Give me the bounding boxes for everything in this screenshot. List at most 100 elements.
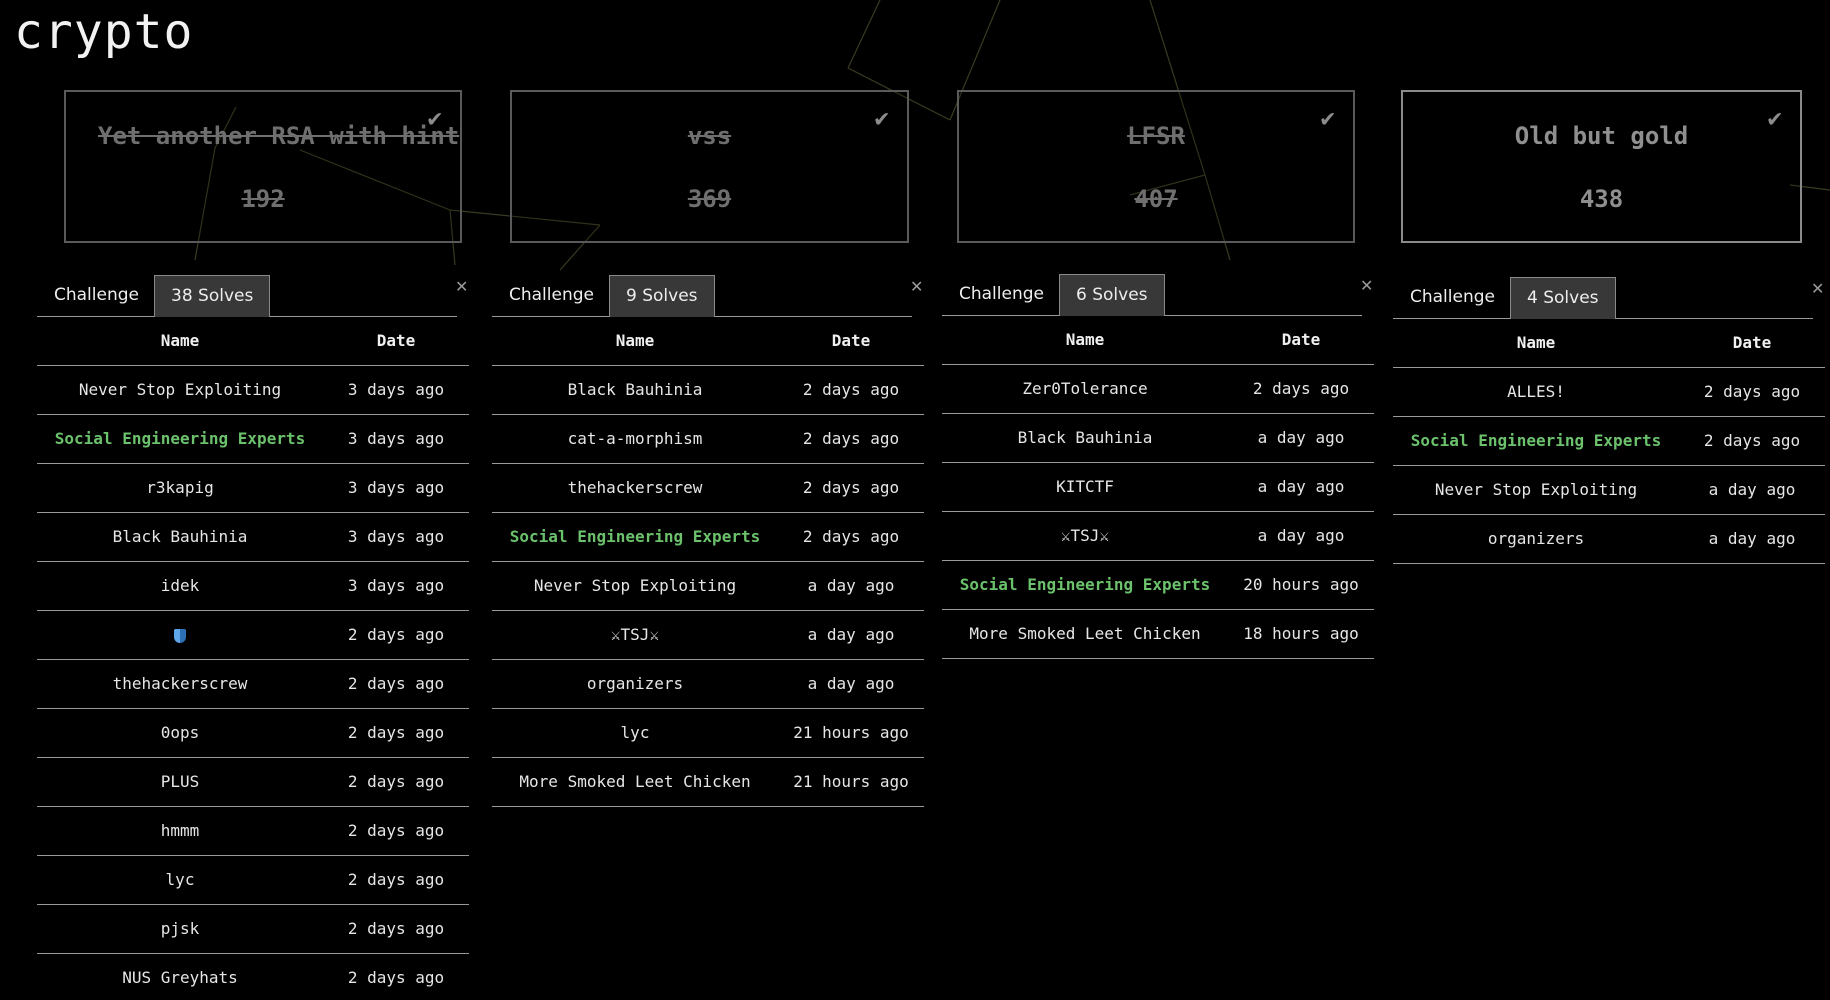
table-row: Black Bauhinia 2 days ago xyxy=(492,366,924,415)
solves-table: Name Date Never Stop Exploiting 3 days ago S… xyxy=(37,317,469,1000)
table-row: More Smoked Leet Chicken 21 hours ago xyxy=(492,758,924,807)
solve-date: a day ago xyxy=(807,625,895,644)
table-row: Zer0Tolerance 2 days ago xyxy=(942,365,1374,414)
solve-date: 2 days ago xyxy=(347,674,445,693)
team-name[interactable]: Social Engineering Experts xyxy=(492,513,778,561)
challenge-card[interactable]: ✔ Old but gold 438 xyxy=(1401,90,1802,243)
challenge-card[interactable]: ✔ vss 369 xyxy=(510,90,909,243)
close-icon[interactable]: ✕ xyxy=(1811,279,1824,298)
tab-challenge[interactable]: Challenge xyxy=(509,275,594,317)
challenge-card[interactable]: ✔ LFSR 407 xyxy=(957,90,1355,243)
solve-date: 2 days ago xyxy=(802,429,900,448)
challenge-name: Old but gold xyxy=(1514,122,1689,150)
team-name[interactable]: Social Engineering Experts xyxy=(1393,417,1679,465)
team-name[interactable]: Black Bauhinia xyxy=(492,366,778,414)
team-name[interactable]: cat-a-morphism xyxy=(492,415,778,463)
team-name[interactable]: r3kapig xyxy=(37,464,323,512)
close-icon[interactable]: ✕ xyxy=(1360,276,1373,295)
team-name[interactable]: Black Bauhinia xyxy=(942,414,1228,462)
team-name[interactable]: ⚔TSJ⚔ xyxy=(942,512,1228,560)
team-name[interactable]: hmmm xyxy=(37,807,323,855)
table-row: thehackerscrew 2 days ago xyxy=(37,660,469,709)
solve-date: 2 days ago xyxy=(802,380,900,399)
team-name[interactable]: Black Bauhinia xyxy=(37,513,323,561)
team-name[interactable]: More Smoked Leet Chicken xyxy=(942,610,1228,658)
solve-date: a day ago xyxy=(1257,477,1345,496)
team-name[interactable]: ALLES! xyxy=(1393,368,1679,416)
solve-date: 20 hours ago xyxy=(1243,575,1359,594)
team-name[interactable]: Zer0Tolerance xyxy=(942,365,1228,413)
team-name[interactable]: pjsk xyxy=(37,905,323,953)
solves-table: Name Date Zer0Tolerance 2 days ago Black Bau… xyxy=(942,316,1374,659)
team-name[interactable]: PLUS xyxy=(37,758,323,806)
solve-date: 2 days ago xyxy=(1703,382,1801,401)
tab-challenge[interactable]: Challenge xyxy=(54,275,139,317)
table-row: ⚔TSJ⚔ a day ago xyxy=(492,611,924,660)
team-name[interactable]: More Smoked Leet Chicken xyxy=(492,758,778,806)
table-header: Name Date xyxy=(37,317,469,366)
tab-solves[interactable]: 9 Solves xyxy=(609,275,715,317)
solve-date: 2 days ago xyxy=(802,478,900,497)
column-header-date: Date xyxy=(1281,330,1321,349)
table-header: Name Date xyxy=(1393,319,1825,368)
team-name[interactable]: Never Stop Exploiting xyxy=(492,562,778,610)
tab-solves[interactable]: 38 Solves xyxy=(154,275,271,317)
team-name[interactable]: ⚔TSJ⚔ xyxy=(492,611,778,659)
table-row: Black Bauhinia 3 days ago xyxy=(37,513,469,562)
table-header: Name Date xyxy=(942,316,1374,365)
table-row: Social Engineering Experts 20 hours ago xyxy=(942,561,1374,610)
solve-date: a day ago xyxy=(1708,529,1796,548)
team-name[interactable] xyxy=(37,611,323,659)
tab-solves[interactable]: 6 Solves xyxy=(1059,274,1165,316)
table-row: lyc 2 days ago xyxy=(37,856,469,905)
solve-date: 21 hours ago xyxy=(793,772,909,791)
table-row: r3kapig 3 days ago xyxy=(37,464,469,513)
tab-challenge[interactable]: Challenge xyxy=(1410,277,1495,319)
solve-date: 3 days ago xyxy=(347,576,445,595)
table-row: hmmm 2 days ago xyxy=(37,807,469,856)
column-header-date: Date xyxy=(1732,333,1772,352)
team-name[interactable]: KITCTF xyxy=(942,463,1228,511)
team-name[interactable]: lyc xyxy=(492,709,778,757)
challenge-name: LFSR xyxy=(1127,122,1185,150)
solve-date: 3 days ago xyxy=(347,527,445,546)
team-name[interactable]: organizers xyxy=(492,660,778,708)
page: crypto ✔ Yet another RSA with hint 192 ✔ vss… xyxy=(0,0,1830,1000)
team-name[interactable]: NUS Greyhats xyxy=(37,954,323,1000)
table-row: ALLES! 2 days ago xyxy=(1393,368,1825,417)
team-name[interactable]: Social Engineering Experts xyxy=(37,415,323,463)
panel-tabs: Challenge 6 Solves xyxy=(942,274,1362,316)
team-name[interactable]: Never Stop Exploiting xyxy=(1393,466,1679,514)
challenge-points: 369 xyxy=(687,185,732,213)
solve-date: 2 days ago xyxy=(347,870,445,889)
solve-date: 2 days ago xyxy=(347,919,445,938)
close-icon[interactable]: ✕ xyxy=(910,277,923,296)
team-name[interactable]: thehackerscrew xyxy=(37,660,323,708)
table-row: pjsk 2 days ago xyxy=(37,905,469,954)
team-name[interactable]: Never Stop Exploiting xyxy=(37,366,323,414)
panel-tabs: Challenge 9 Solves xyxy=(492,275,912,317)
table-header: Name Date xyxy=(492,317,924,366)
tab-solves[interactable]: 4 Solves xyxy=(1510,277,1616,319)
table-row: Never Stop Exploiting a day ago xyxy=(1393,466,1825,515)
solve-date: 2 days ago xyxy=(347,625,445,644)
team-name[interactable]: 0ops xyxy=(37,709,323,757)
team-name[interactable]: thehackerscrew xyxy=(492,464,778,512)
table-row: More Smoked Leet Chicken 18 hours ago xyxy=(942,610,1374,659)
team-name[interactable]: idek xyxy=(37,562,323,610)
team-name[interactable]: organizers xyxy=(1393,515,1679,563)
column-header-name: Name xyxy=(615,331,655,350)
solves-table: Name Date Black Bauhinia 2 days ago cat-a-mo… xyxy=(492,317,924,807)
team-name[interactable]: lyc xyxy=(37,856,323,904)
challenge-card[interactable]: ✔ Yet another RSA with hint 192 xyxy=(64,90,462,243)
close-icon[interactable]: ✕ xyxy=(455,277,468,296)
team-name[interactable]: Social Engineering Experts xyxy=(942,561,1228,609)
solve-date: 2 days ago xyxy=(1703,431,1801,450)
table-row: Social Engineering Experts 2 days ago xyxy=(492,513,924,562)
column-header-date: Date xyxy=(831,331,871,350)
column-header-name: Name xyxy=(1516,333,1556,352)
solve-date: 3 days ago xyxy=(347,429,445,448)
table-row: organizers a day ago xyxy=(492,660,924,709)
tab-challenge[interactable]: Challenge xyxy=(959,274,1044,316)
table-row: Never Stop Exploiting a day ago xyxy=(492,562,924,611)
